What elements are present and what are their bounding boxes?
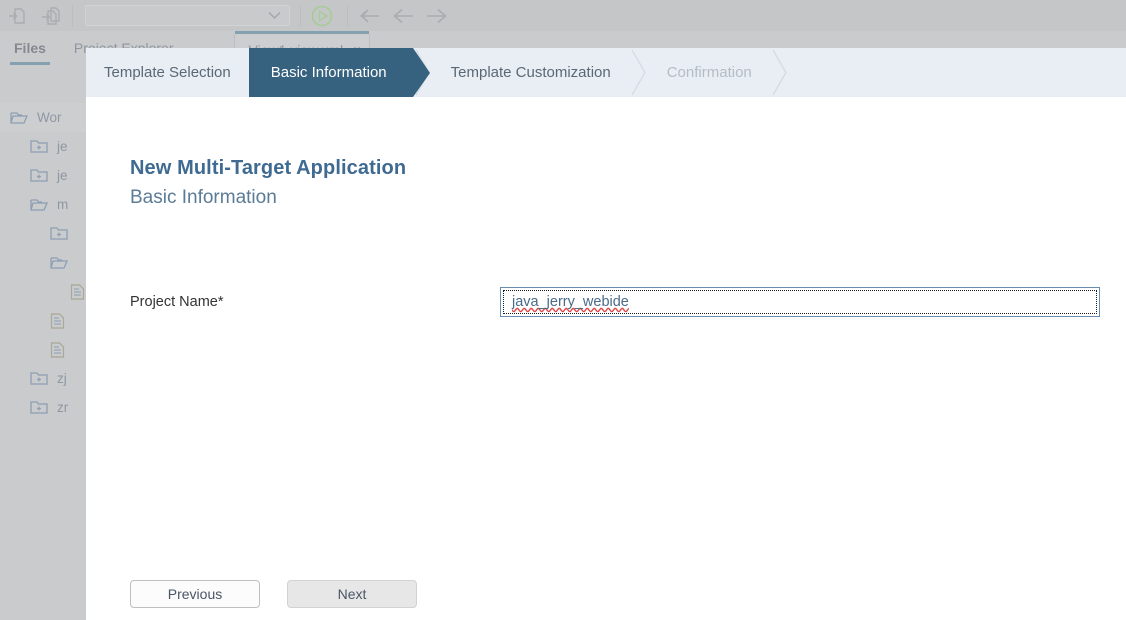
- wizard-body: New Multi-Target Application Basic Infor…: [86, 97, 1126, 620]
- wizard-step-bar: Template Selection Basic Information Tem…: [86, 48, 1126, 97]
- project-name-value: java_jerry_webide: [512, 294, 629, 310]
- new-mta-wizard-dialog: Template Selection Basic Information Tem…: [86, 48, 1126, 620]
- wizard-step-template-customization-label: Template Customization: [450, 64, 611, 81]
- wizard-step-basic-information-label: Basic Information: [270, 64, 387, 81]
- wizard-step-basic-information[interactable]: Basic Information: [231, 48, 430, 97]
- project-name-label: Project Name*: [130, 294, 224, 310]
- project-name-form-row: Project Name* java_jerry_webide: [130, 287, 1100, 317]
- project-name-input[interactable]: java_jerry_webide: [500, 287, 1100, 317]
- project-name-input-inner[interactable]: java_jerry_webide: [503, 290, 1097, 314]
- wizard-step-separator-4: [770, 48, 790, 97]
- next-button[interactable]: Next: [287, 580, 417, 608]
- wizard-step-template-selection-label: Template Selection: [104, 64, 231, 81]
- wizard-step-template-selection[interactable]: Template Selection: [86, 48, 249, 97]
- wizard-step-separator-3: [629, 48, 649, 97]
- wizard-step-confirmation: Confirmation: [649, 48, 770, 97]
- wizard-step-confirmation-label: Confirmation: [666, 64, 752, 81]
- wizard-button-bar: Previous Next: [130, 580, 417, 608]
- previous-button[interactable]: Previous: [130, 580, 260, 608]
- page-subtitle: Basic Information: [130, 187, 277, 208]
- page-title: New Multi-Target Application: [130, 157, 407, 179]
- wizard-step-template-customization[interactable]: Template Customization: [433, 48, 629, 97]
